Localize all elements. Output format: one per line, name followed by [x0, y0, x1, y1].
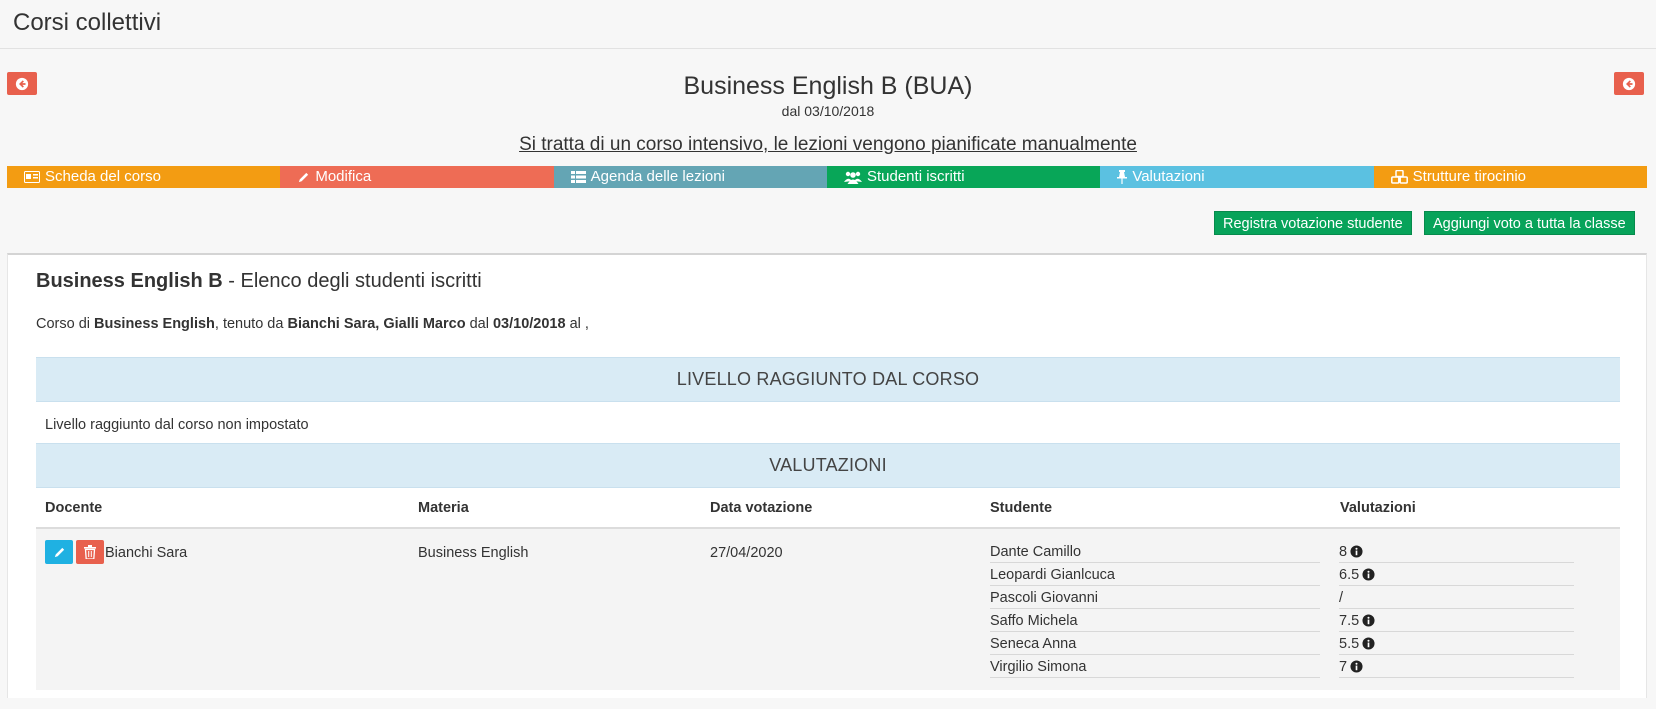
- grade-value: 8: [1339, 543, 1348, 560]
- tab-label: Modifica: [315, 168, 372, 185]
- student-grade: 6.5: [1339, 564, 1574, 586]
- table-row: Bianchi Sara Business English 27/04/2020…: [36, 529, 1620, 690]
- panel-title: Business English B - Elenco degli studen…: [36, 267, 482, 295]
- id-card-icon: [24, 171, 40, 183]
- date-cell: 27/04/2020: [710, 545, 783, 561]
- info-icon[interactable]: [1362, 568, 1375, 581]
- trash-icon: [84, 545, 96, 559]
- add-class-vote-button[interactable]: Aggiungi voto a tutta la classe: [1424, 211, 1635, 235]
- student-name: Pascoli Giovanni: [990, 587, 1320, 609]
- student-grade-row: Saffo Michela 7.5: [990, 610, 1574, 633]
- course-start-date: dal 03/10/2018: [781, 103, 875, 119]
- student-grade-row: Seneca Anna 5.5: [990, 633, 1574, 656]
- tab-studenti-iscritti[interactable]: Studenti iscritti: [826, 166, 1101, 188]
- column-header-date[interactable]: Data votazione: [710, 488, 812, 529]
- level-status-text: Livello raggiunto dal corso non impostat…: [45, 417, 309, 433]
- student-name: Seneca Anna: [990, 633, 1320, 655]
- app-title: Corsi collettivi: [13, 9, 162, 36]
- tab-label: Valutazioni: [1132, 168, 1205, 185]
- ratings-section-header: VALUTAZIONI: [36, 443, 1620, 488]
- top-bar: Corsi collettivi: [0, 0, 1656, 49]
- desc-start-date: 03/10/2018: [492, 316, 566, 332]
- student-name: Leopardi Gianlcuca: [990, 564, 1320, 586]
- column-header-student[interactable]: Studente: [990, 488, 1052, 529]
- pencil-icon: [54, 547, 64, 557]
- grade-value: 7: [1339, 658, 1348, 675]
- tab-label: Agenda delle lezioni: [590, 168, 725, 185]
- info-icon[interactable]: [1350, 545, 1363, 558]
- grade-value: 7.5: [1339, 612, 1360, 629]
- users-icon: [843, 171, 862, 184]
- course-header: Business English B (BUA) dal 03/10/2018 …: [0, 70, 1656, 158]
- level-section-header: LIVELLO RAGGIUNTO DAL CORSO: [36, 357, 1620, 402]
- student-grade: /: [1339, 587, 1574, 609]
- panel-title-course: Business English B: [36, 270, 223, 292]
- desc-text: , tenuto da: [214, 316, 288, 332]
- table-list-icon: [570, 171, 586, 183]
- student-grade-row: Pascoli Giovanni /: [990, 587, 1574, 610]
- desc-subject: Business English: [94, 316, 215, 332]
- student-grade: 8: [1339, 541, 1574, 563]
- course-title: Business English B (BUA): [683, 72, 973, 100]
- enrolled-students-panel: Business English B - Elenco degli studen…: [7, 253, 1647, 698]
- student-grade-row: Dante Camillo 8: [990, 541, 1574, 564]
- student-grades-list: Dante Camillo 8 Leopardi Gianlcuca 6.5 P…: [990, 541, 1574, 679]
- grade-value: 6.5: [1339, 566, 1360, 583]
- desc-text: dal: [465, 316, 493, 332]
- info-icon[interactable]: [1362, 637, 1375, 650]
- tab-label: Scheda del corso: [45, 168, 161, 185]
- grade-value: 5.5: [1339, 635, 1360, 652]
- course-description: Corso di Business English, tenuto da Bia…: [36, 314, 589, 334]
- delete-rating-button[interactable]: [76, 540, 104, 564]
- tab-strutture-tirocinio[interactable]: Strutture tirocinio: [1373, 166, 1647, 188]
- student-grade: 5.5: [1339, 633, 1574, 655]
- student-name: Dante Camillo: [990, 541, 1320, 563]
- column-header-subject[interactable]: Materia: [418, 488, 469, 529]
- cubes-icon: [1390, 170, 1408, 184]
- info-icon[interactable]: [1362, 614, 1375, 627]
- student-grade-row: Virgilio Simona 7: [990, 656, 1574, 679]
- pin-icon: [1117, 170, 1128, 184]
- desc-text: al ,: [565, 316, 589, 332]
- tab-agenda-delle-lezioni[interactable]: Agenda delle lezioni: [553, 166, 827, 188]
- student-grade: 7: [1339, 656, 1574, 678]
- teacher-cell: Bianchi Sara: [105, 545, 188, 561]
- tab-valutazioni[interactable]: Valutazioni: [1100, 166, 1374, 188]
- desc-teachers: Bianchi Sara, Gialli Marco: [287, 316, 466, 332]
- desc-text: Corso di: [36, 316, 95, 332]
- ratings-table-header: Docente Materia Data votazione Studente …: [36, 488, 1620, 529]
- grade-value: /: [1339, 589, 1344, 606]
- subject-cell: Business English: [418, 545, 529, 561]
- tab-label: Studenti iscritti: [866, 168, 965, 185]
- student-name: Saffo Michela: [990, 610, 1320, 632]
- panel-title-suffix: - Elenco degli studenti iscritti: [222, 270, 482, 292]
- info-icon[interactable]: [1350, 660, 1363, 673]
- edit-rating-button[interactable]: [45, 540, 73, 564]
- column-header-teacher[interactable]: Docente: [45, 488, 102, 529]
- column-header-ratings[interactable]: Valutazioni: [1340, 488, 1416, 529]
- student-name: Virgilio Simona: [990, 656, 1320, 678]
- tab-modifica[interactable]: Modifica: [280, 166, 554, 188]
- pencil-icon: [299, 172, 309, 182]
- tab-scheda-del-corso[interactable]: Scheda del corso: [7, 166, 281, 188]
- student-grade-row: Leopardi Gianlcuca 6.5: [990, 564, 1574, 587]
- tab-label: Strutture tirocinio: [1412, 168, 1527, 185]
- student-grade: 7.5: [1339, 610, 1574, 632]
- register-student-vote-button[interactable]: Registra votazione studente: [1214, 211, 1412, 235]
- course-nav: Scheda del corso Modifica Agenda delle l…: [7, 166, 1647, 188]
- course-intensive-note: Si tratta di un corso intensivo, le lezi…: [519, 134, 1137, 155]
